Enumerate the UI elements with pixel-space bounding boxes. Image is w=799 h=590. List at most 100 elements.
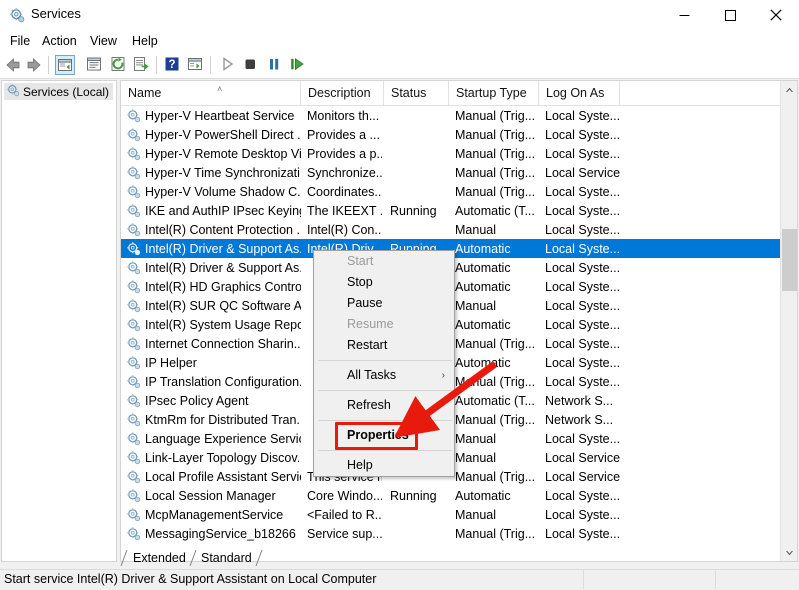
table-row[interactable]: Local Profile Assistant ServiceThis serv… [121, 467, 797, 486]
cell-description: Coordinates... [307, 184, 382, 199]
table-row[interactable]: McpManagementService <Failed to R... Manua… [121, 505, 797, 524]
window-title: Services [31, 6, 81, 21]
table-row[interactable]: Intel(R) Driver & Support As... Intel(R) … [121, 239, 797, 258]
show-hide-action-pane-icon[interactable] [186, 55, 206, 75]
scrollbar-thumb[interactable] [782, 229, 797, 291]
cell-startup-type: Manual [455, 222, 496, 237]
cell-name: Link-Layer Topology Discov... [145, 450, 301, 465]
toolbar-separator [210, 56, 211, 74]
close-button[interactable] [753, 0, 799, 30]
help-icon[interactable]: ? [163, 55, 183, 75]
table-row[interactable]: Hyper-V PowerShell Direct ... Provides a … [121, 125, 797, 144]
table-row[interactable]: Hyper-V Heartbeat Service Monitors th... M… [121, 106, 797, 125]
table-row[interactable]: IKE and AuthIP IPsec Keying... The IKEEXT… [121, 201, 797, 220]
cell-name: Intel(R) Content Protection ... [145, 222, 301, 237]
service-gear-icon [126, 469, 141, 484]
minimize-button[interactable] [661, 0, 707, 30]
menu-file[interactable]: File [4, 33, 36, 49]
service-gear-icon [126, 450, 141, 465]
cell-name: Language Experience Service [145, 431, 301, 446]
table-row[interactable]: Intel(R) Driver & Support As... Automatic… [121, 258, 797, 277]
column-header-startup-type[interactable]: Startup Type [449, 81, 539, 105]
cell-log-on-as: Local Syste... [545, 279, 620, 294]
service-gear-icon [126, 336, 141, 351]
table-row[interactable]: Intel(R) Content Protection ... Intel(R) … [121, 220, 797, 239]
column-header-log-on-as[interactable]: Log On As [539, 81, 620, 105]
context-menu-item-stop[interactable]: Stop [314, 272, 454, 293]
table-row[interactable]: Link-Layer Topology Discov... Manual Local… [121, 448, 797, 467]
service-gear-icon [126, 203, 141, 218]
service-gear-icon [126, 260, 141, 275]
view-tab-strip: Extended Standard [120, 549, 798, 568]
tab-extended-label: Extended [133, 551, 186, 565]
toolbar-separator [48, 56, 49, 74]
menu-action[interactable]: Action [36, 33, 83, 49]
cell-log-on-as: Local Service [545, 469, 620, 484]
tab-standard[interactable]: Standard [198, 549, 265, 567]
table-row[interactable]: Local Session Manager Core Windo... Runnin… [121, 486, 797, 505]
table-row[interactable]: Intel(R) HD Graphics Contro... Automatic L… [121, 277, 797, 296]
column-header-description[interactable]: Description [301, 81, 384, 105]
stop-service-icon[interactable] [241, 55, 261, 75]
cell-name: KtmRm for Distributed Tran... [145, 412, 301, 427]
services-list-pane: Name ˄ Description Status Startup Type L… [120, 80, 798, 562]
table-row[interactable]: MessagingService_b18266 Service sup... Man… [121, 524, 797, 543]
cell-name: IPsec Policy Agent [145, 393, 249, 408]
context-menu-item-help[interactable]: Help [314, 455, 454, 476]
table-row[interactable]: Intel(R) SUR QC Software As... Manual Loca… [121, 296, 797, 315]
refresh-icon[interactable] [109, 55, 129, 75]
cell-log-on-as: Local Syste... [545, 203, 620, 218]
cell-startup-type: Manual [455, 507, 496, 522]
service-gear-icon [126, 298, 141, 313]
cell-log-on-as: Local Syste... [545, 355, 620, 370]
cell-startup-type: Manual (Trig... [455, 127, 536, 142]
forward-arrow-icon[interactable] [24, 55, 44, 75]
service-gear-icon [126, 526, 141, 541]
cell-name: Intel(R) Driver & Support As... [145, 260, 301, 275]
cell-startup-type: Manual (Trig... [455, 336, 536, 351]
context-menu-separator [318, 450, 452, 451]
column-header-name[interactable]: Name ˄ [121, 81, 301, 105]
menu-view[interactable]: View [84, 33, 123, 49]
service-gear-icon [126, 393, 141, 408]
table-row[interactable]: Hyper-V Volume Shadow C... Coordinates...… [121, 182, 797, 201]
cell-log-on-as: Local Syste... [545, 507, 620, 522]
context-menu-item-restart[interactable]: Restart [314, 335, 454, 356]
column-header-status[interactable]: Status [384, 81, 449, 105]
maximize-button[interactable] [707, 0, 753, 30]
table-row[interactable]: Hyper-V Remote Desktop Vi... Provides a p… [121, 144, 797, 163]
column-header-filler[interactable] [620, 81, 782, 105]
annotation-arrow [395, 361, 498, 438]
properties-icon[interactable] [85, 55, 105, 75]
restart-service-icon[interactable] [288, 55, 308, 75]
menu-help[interactable]: Help [126, 33, 164, 49]
table-row[interactable]: Internet Connection Sharin... Manual (Tri… [121, 334, 797, 353]
svg-text:?: ? [168, 59, 175, 71]
scroll-up-button[interactable] [781, 81, 797, 98]
tab-extended[interactable]: Extended [120, 549, 199, 567]
cell-status: Running [390, 488, 437, 503]
tree-item-services-local[interactable]: Services (Local) [4, 83, 114, 100]
menu-bar: File Action View Help [0, 30, 799, 52]
cell-startup-type: Automatic [455, 279, 511, 294]
table-row[interactable]: Intel(R) System Usage Repo... Automatic Lo… [121, 315, 797, 334]
show-hide-console-tree-icon[interactable] [55, 55, 75, 75]
cell-log-on-as: Local Syste... [545, 488, 620, 503]
start-service-icon[interactable] [218, 55, 238, 75]
back-arrow-icon[interactable] [3, 55, 23, 75]
services-window: Services File Action View Help ? Service… [0, 0, 799, 590]
cell-log-on-as: Local Syste... [545, 336, 620, 351]
service-gear-icon [126, 431, 141, 446]
context-menu-item-pause[interactable]: Pause [314, 293, 454, 314]
cell-startup-type: Automatic [455, 488, 511, 503]
cell-log-on-as: Local Syste... [545, 241, 620, 256]
cell-log-on-as: Local Syste... [545, 127, 620, 142]
vertical-scrollbar[interactable] [780, 81, 797, 561]
cell-startup-type: Automatic (T... [455, 203, 535, 218]
table-row[interactable]: Hyper-V Time Synchronizati... Synchronize… [121, 163, 797, 182]
pause-service-icon[interactable] [265, 55, 285, 75]
cell-name: Hyper-V Heartbeat Service [145, 108, 295, 123]
export-list-icon[interactable] [132, 55, 152, 75]
cell-description: Service sup... [307, 526, 382, 541]
service-gear-icon [126, 317, 141, 332]
